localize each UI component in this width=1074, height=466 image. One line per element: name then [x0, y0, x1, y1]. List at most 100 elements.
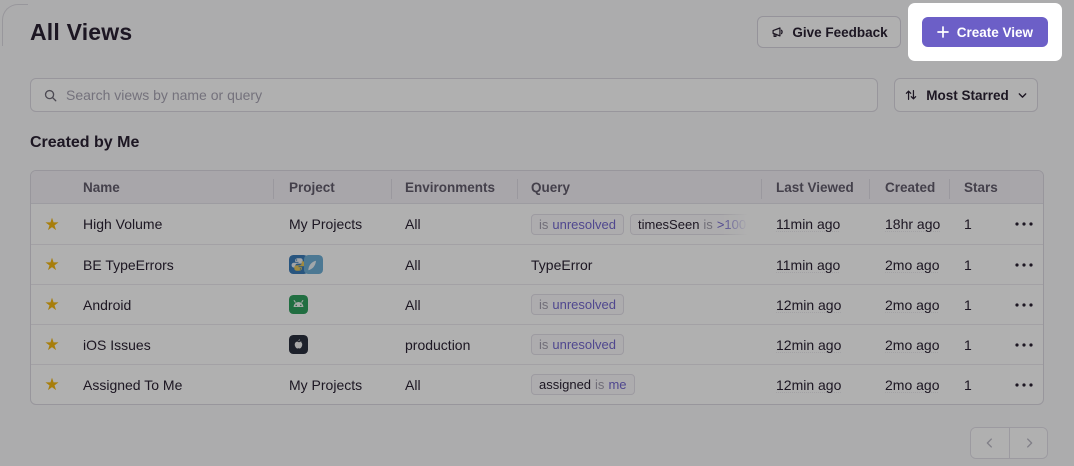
plus-icon — [937, 26, 949, 38]
view-name-link[interactable]: BE TypeErrors — [83, 257, 174, 273]
chevron-left-icon — [983, 436, 997, 450]
more-cell — [1005, 331, 1043, 359]
last-viewed-cell: 12min ago — [761, 377, 869, 393]
pagination — [970, 427, 1048, 459]
project-cell: My Projects — [273, 216, 391, 232]
query-cell: is unresolved timesSeenis>100 — [517, 214, 761, 235]
column-header-name: Name — [73, 180, 273, 195]
name-cell: iOS Issues — [73, 337, 273, 353]
created-cell: 2mo ago — [869, 297, 949, 313]
environments-cell: All — [391, 257, 517, 273]
sort-dropdown[interactable]: Most Starred — [894, 78, 1038, 112]
project-cell — [273, 295, 391, 314]
star-icon[interactable]: ★ — [44, 296, 59, 313]
table-row[interactable]: ★ BE TypeErrors All TypeError 11min ago … — [31, 244, 1043, 284]
more-cell — [1005, 291, 1043, 319]
created-cell: 2mo ago — [869, 377, 949, 393]
last-viewed-value: 11min ago — [776, 257, 840, 273]
view-name-link[interactable]: iOS Issues — [83, 337, 151, 353]
query-token: is — [703, 217, 712, 232]
last-viewed-value: 11min ago — [776, 216, 840, 232]
query-token: unresolved — [552, 217, 616, 232]
column-header-environments: Environments — [391, 180, 517, 195]
table-row[interactable]: ★ Android All isunresolved 12min ago 2mo… — [31, 284, 1043, 324]
created-value: 2mo ago — [885, 377, 939, 393]
sort-dropdown-label: Most Starred — [926, 88, 1009, 103]
give-feedback-button[interactable]: Give Feedback — [757, 16, 900, 48]
views-table: Name Project Environments Query Last Vie… — [30, 170, 1044, 405]
more-cell — [1005, 371, 1043, 399]
last-viewed-cell: 12min ago — [761, 337, 869, 353]
search-input[interactable] — [66, 87, 865, 103]
created-cell: 2mo ago — [869, 257, 949, 273]
last-viewed-value: 12min ago — [776, 337, 841, 353]
page-header: All Views Give Feedback — [30, 0, 1062, 64]
ellipsis-icon[interactable] — [1010, 291, 1038, 319]
environments-cell: All — [391, 216, 517, 232]
column-header-project: Project — [273, 180, 391, 195]
query-cell: isunresolved — [517, 294, 761, 315]
stars-cell: 1 — [949, 257, 1005, 273]
star-icon[interactable]: ★ — [44, 256, 59, 273]
ellipsis-icon[interactable] — [1010, 371, 1038, 399]
section-title: Created by Me — [30, 134, 139, 152]
project-label: My Projects — [289, 377, 362, 393]
query-cell: TypeError — [517, 257, 761, 273]
environments-cell: All — [391, 377, 517, 393]
star-icon[interactable]: ★ — [44, 216, 59, 233]
ellipsis-icon[interactable] — [1010, 251, 1038, 279]
created-cell: 2mo ago — [869, 337, 949, 353]
next-page-button[interactable] — [1009, 428, 1047, 458]
more-cell — [1005, 251, 1043, 279]
name-cell: Assigned To Me — [73, 377, 273, 393]
query-filter-chip: timesSeenis>100 — [630, 214, 750, 235]
table-row[interactable]: ★ High Volume My Projects All is unresolv… — [31, 204, 1043, 244]
query-token: unresolved — [552, 337, 616, 352]
column-header-query: Query — [517, 180, 761, 195]
star-icon[interactable]: ★ — [44, 376, 59, 393]
chevron-right-icon — [1022, 436, 1036, 450]
search-icon — [43, 88, 58, 103]
query-token: is — [595, 377, 604, 392]
created-value: 18hr ago — [885, 216, 940, 232]
last-viewed-cell: 12min ago — [761, 297, 869, 313]
ellipsis-icon[interactable] — [1010, 210, 1038, 238]
name-cell: BE TypeErrors — [73, 257, 273, 273]
background-panel-corner — [2, 4, 28, 46]
megaphone-icon — [770, 25, 785, 40]
star-cell: ★ — [31, 296, 73, 313]
view-name-link[interactable]: High Volume — [83, 216, 162, 232]
last-viewed-value: 12min ago — [776, 297, 841, 313]
environments-cell: All — [391, 297, 517, 313]
header-actions: Give Feedback Create View — [757, 3, 1062, 61]
query-token: is — [539, 297, 548, 312]
query-token: is — [539, 217, 548, 232]
search-input-wrapper — [30, 78, 878, 112]
project-cell: My Projects — [273, 377, 391, 393]
stars-cell: 1 — [949, 337, 1005, 353]
star-icon[interactable]: ★ — [44, 336, 59, 353]
project-cell — [273, 335, 391, 354]
chevron-down-icon — [1017, 90, 1028, 101]
star-cell: ★ — [31, 376, 73, 393]
create-view-button[interactable]: Create View — [922, 17, 1048, 47]
prev-page-button[interactable] — [971, 428, 1009, 458]
query-filter-chip: isunresolved — [531, 294, 624, 315]
ellipsis-icon[interactable] — [1010, 331, 1038, 359]
more-cell — [1005, 210, 1043, 238]
star-cell: ★ — [31, 216, 73, 233]
create-view-label: Create View — [957, 25, 1033, 40]
give-feedback-label: Give Feedback — [792, 25, 887, 40]
last-viewed-cell: 11min ago — [761, 216, 869, 232]
star-cell: ★ — [31, 256, 73, 273]
name-cell: High Volume — [73, 216, 273, 232]
query-token: is — [539, 337, 548, 352]
stars-cell: 1 — [949, 297, 1005, 313]
table-row[interactable]: ★ iOS Issues production isunresolved 12m… — [31, 324, 1043, 364]
name-cell: Android — [73, 297, 273, 313]
query-filter-chip: assignedisme — [531, 374, 635, 395]
create-view-spotlight: Create View — [908, 3, 1062, 61]
view-name-link[interactable]: Android — [83, 297, 131, 313]
table-row[interactable]: ★ Assigned To Me My Projects All assigne… — [31, 364, 1043, 404]
view-name-link[interactable]: Assigned To Me — [83, 377, 182, 393]
